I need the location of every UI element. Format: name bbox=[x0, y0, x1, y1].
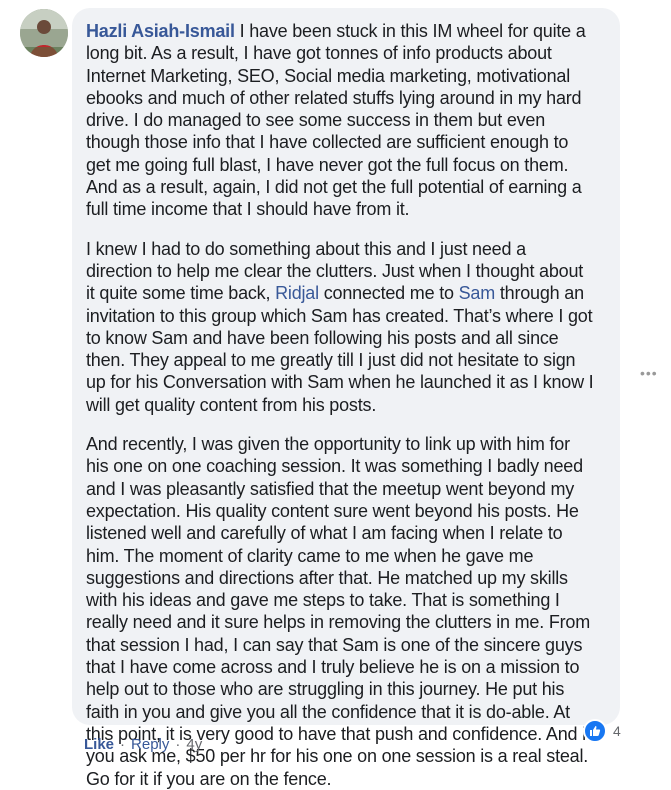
mention-sam[interactable]: Sam bbox=[459, 283, 496, 303]
comment-timestamp[interactable]: 4y bbox=[186, 736, 202, 753]
comment-paragraph-1: Hazli Asiah-Ismail I have been stuck in … bbox=[86, 20, 596, 221]
separator-dot: · bbox=[175, 736, 181, 753]
avatar-photo bbox=[20, 9, 68, 57]
like-icon bbox=[583, 719, 607, 743]
comment-text-1: I have been stuck in this IM wheel for q… bbox=[86, 21, 586, 220]
comment-actions: Like · Reply · 4y bbox=[84, 736, 202, 753]
like-button[interactable]: Like bbox=[84, 736, 114, 753]
mention-ridjal[interactable]: Ridjal bbox=[275, 283, 319, 303]
more-options-icon[interactable]: ••• bbox=[640, 365, 658, 381]
separator-dot: · bbox=[120, 736, 126, 753]
comment-bubble: Hazli Asiah-Ismail I have been stuck in … bbox=[72, 8, 620, 789]
avatar[interactable] bbox=[20, 9, 68, 57]
comment-text-2b: connected me to bbox=[318, 283, 459, 304]
author-name[interactable]: Hazli Asiah-Ismail bbox=[86, 21, 235, 41]
comment-paragraph-2: I knew I had to do something about this … bbox=[86, 238, 596, 416]
reaction-count: 4 bbox=[613, 723, 621, 739]
reaction-summary[interactable]: 4 bbox=[583, 719, 621, 743]
reply-button[interactable]: Reply bbox=[131, 736, 169, 753]
